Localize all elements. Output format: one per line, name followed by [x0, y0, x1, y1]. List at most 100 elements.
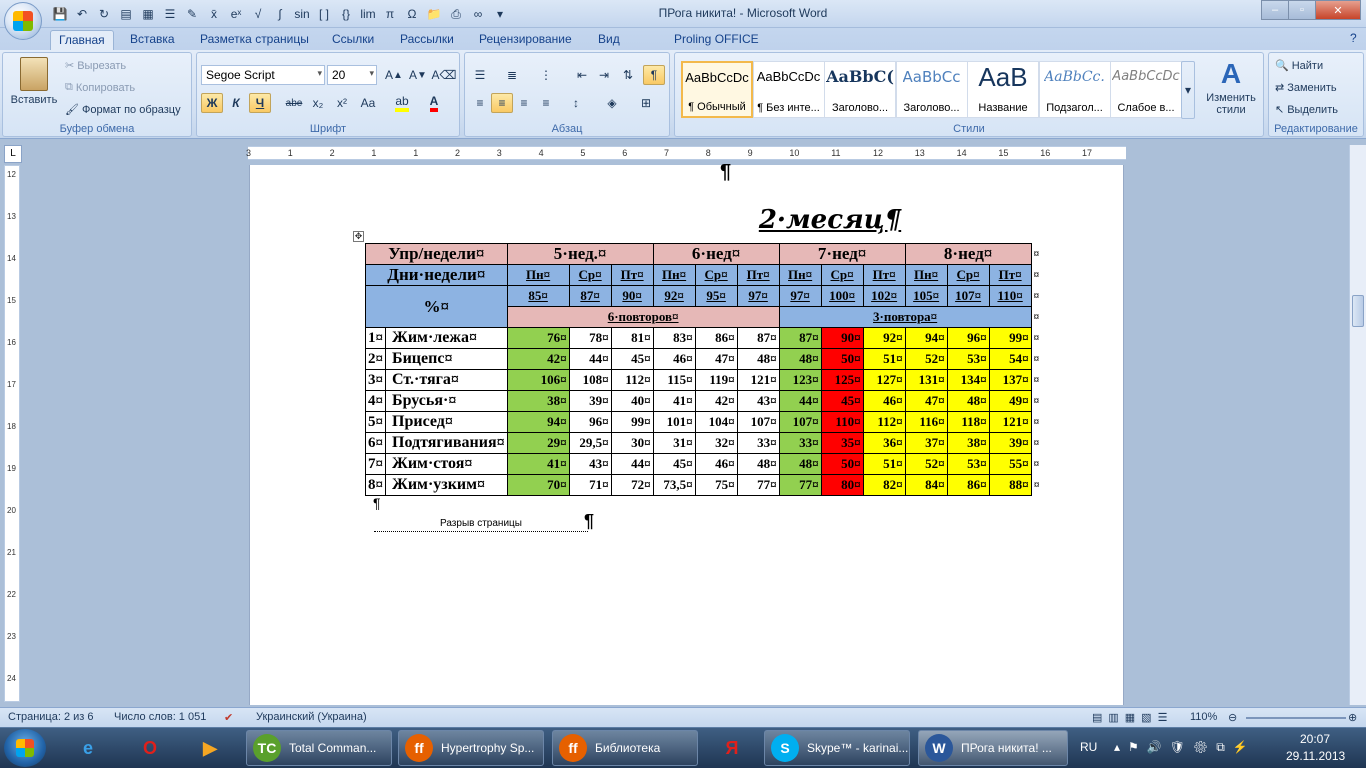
value-cell[interactable]: 45¤ — [610, 348, 654, 370]
percent-cell[interactable]: 97¤ — [736, 285, 780, 307]
value-cell[interactable]: 53¤ — [946, 348, 990, 370]
replace-button[interactable]: ⇄ Заменить — [1275, 81, 1337, 95]
word-task[interactable]: W ПРога никита! ... — [918, 730, 1068, 766]
value-cell[interactable]: 42¤ — [506, 348, 570, 370]
value-cell[interactable]: 43¤ — [568, 453, 612, 475]
day-cell[interactable]: Ср¤ — [820, 264, 864, 286]
value-cell[interactable]: 86¤ — [694, 327, 738, 349]
value-cell[interactable]: 104¤ — [694, 411, 738, 433]
firefox-library-task[interactable]: ff Библиотека — [552, 730, 698, 766]
close-button[interactable]: ✕ — [1315, 0, 1361, 20]
row-number-cell[interactable]: 1¤ — [365, 327, 386, 349]
exercise-cell[interactable]: Брусья·¤ — [385, 390, 508, 412]
percent-cell[interactable]: 100¤ — [820, 285, 864, 307]
value-cell[interactable]: 87¤ — [736, 327, 780, 349]
value-cell[interactable]: 125¤ — [820, 369, 864, 391]
multilevel-list-icon[interactable]: ⋮ — [535, 65, 557, 85]
vertical-scrollbar[interactable] — [1349, 145, 1366, 705]
value-cell[interactable]: 43¤ — [736, 390, 780, 412]
value-cell[interactable]: 48¤ — [778, 348, 822, 370]
value-cell[interactable]: 80¤ — [820, 474, 864, 496]
value-cell[interactable]: 50¤ — [820, 348, 864, 370]
tab-insert[interactable]: Вставка — [122, 30, 183, 50]
row-number-cell[interactable]: 7¤ — [365, 453, 386, 475]
value-cell[interactable]: 36¤ — [862, 432, 906, 454]
value-cell[interactable]: 71¤ — [568, 474, 612, 496]
value-cell[interactable]: 38¤ — [946, 432, 990, 454]
line-spacing-icon[interactable]: ↕ — [565, 93, 587, 113]
help-icon[interactable]: ? — [1350, 31, 1357, 45]
value-cell[interactable]: 115¤ — [652, 369, 696, 391]
value-cell[interactable]: 47¤ — [694, 348, 738, 370]
clock-time[interactable]: 20:07 — [1300, 732, 1330, 746]
value-cell[interactable]: 99¤ — [610, 411, 654, 433]
percent-cell[interactable]: 107¤ — [946, 285, 990, 307]
italic-button[interactable]: К — [225, 93, 247, 113]
word-count[interactable]: Число слов: 1 051 — [114, 711, 206, 723]
tab-references[interactable]: Ссылки — [324, 30, 382, 50]
row-number-cell[interactable]: 5¤ — [365, 411, 386, 433]
value-cell[interactable]: 110¤ — [820, 411, 864, 433]
font-size-select[interactable]: 20 — [327, 65, 377, 85]
value-cell[interactable]: 53¤ — [946, 453, 990, 475]
value-cell[interactable]: 30¤ — [610, 432, 654, 454]
shading-icon[interactable]: ◈ — [601, 93, 623, 113]
value-cell[interactable]: 92¤ — [862, 327, 906, 349]
horizontal-ruler[interactable]: 3 1 2 1 1 2 3 4 5 6 7 8 9 10 11 12 13 14 15 16 17 — [246, 146, 1126, 160]
value-cell[interactable]: 48¤ — [946, 390, 990, 412]
style-item[interactable]: AaBbCc. Подзагол... — [1038, 61, 1111, 118]
style-item[interactable]: AaBbCcDc Слабое в... — [1110, 61, 1182, 118]
header-cell[interactable]: 7·нед¤ — [778, 243, 906, 265]
value-cell[interactable]: 119¤ — [694, 369, 738, 391]
paste-button[interactable]: Вставить — [9, 57, 59, 106]
day-cell[interactable]: Ср¤ — [568, 264, 612, 286]
value-cell[interactable]: 88¤ — [988, 474, 1032, 496]
value-cell[interactable]: 123¤ — [778, 369, 822, 391]
value-cell[interactable]: 41¤ — [652, 390, 696, 412]
day-cell[interactable]: Пт¤ — [610, 264, 654, 286]
value-cell[interactable]: 86¤ — [946, 474, 990, 496]
start-button[interactable] — [4, 729, 46, 767]
value-cell[interactable]: 33¤ — [778, 432, 822, 454]
value-cell[interactable]: 54¤ — [988, 348, 1032, 370]
value-cell[interactable]: 31¤ — [652, 432, 696, 454]
yandex-icon[interactable]: Я — [706, 731, 758, 766]
value-cell[interactable]: 35¤ — [820, 432, 864, 454]
value-cell[interactable]: 48¤ — [778, 453, 822, 475]
change-case-button[interactable]: Aa — [357, 93, 379, 113]
clock-date[interactable]: 29.11.2013 — [1286, 749, 1345, 763]
row-number-cell[interactable]: 2¤ — [365, 348, 386, 370]
value-cell[interactable]: 137¤ — [988, 369, 1032, 391]
vertical-ruler[interactable]: 12 13 14 15 16 17 18 19 20 21 22 23 24 — [4, 165, 20, 702]
style-item[interactable]: AaBbC(Заголово... — [824, 61, 896, 118]
value-cell[interactable]: 77¤ — [736, 474, 780, 496]
justify-icon[interactable]: ≡ — [535, 93, 557, 113]
value-cell[interactable]: 48¤ — [736, 453, 780, 475]
sort-icon[interactable]: ⇅ — [617, 65, 639, 85]
value-cell[interactable]: 46¤ — [694, 453, 738, 475]
value-cell[interactable]: 107¤ — [778, 411, 822, 433]
align-left-icon[interactable]: ≡ — [469, 93, 491, 113]
value-cell[interactable]: 134¤ — [946, 369, 990, 391]
tab-proling-office[interactable]: Proling OFFICE — [666, 30, 767, 50]
value-cell[interactable]: 94¤ — [506, 411, 570, 433]
value-cell[interactable]: 44¤ — [568, 348, 612, 370]
skype-task[interactable]: S Skype™ - karinai... — [764, 730, 910, 766]
value-cell[interactable]: 44¤ — [610, 453, 654, 475]
view-buttons[interactable]: ▤▥▦▧☰ — [1092, 711, 1173, 724]
value-cell[interactable]: 45¤ — [652, 453, 696, 475]
value-cell[interactable]: 39¤ — [568, 390, 612, 412]
value-cell[interactable]: 101¤ — [652, 411, 696, 433]
reps-cell[interactable]: 3·повтора¤ — [778, 306, 1032, 328]
percent-cell[interactable]: 102¤ — [862, 285, 906, 307]
value-cell[interactable]: 112¤ — [862, 411, 906, 433]
value-cell[interactable]: 70¤ — [506, 474, 570, 496]
find-button[interactable]: 🔍 Найти — [1275, 59, 1323, 73]
value-cell[interactable]: 50¤ — [820, 453, 864, 475]
tab-view[interactable]: Вид — [590, 30, 628, 50]
borders-icon[interactable]: ⊞ — [635, 93, 657, 113]
reps-cell[interactable]: 6·повторов¤ — [506, 306, 780, 328]
day-cell[interactable]: Пт¤ — [736, 264, 780, 286]
decrease-indent-icon[interactable]: ⇤ — [571, 65, 593, 85]
value-cell[interactable]: 76¤ — [506, 327, 570, 349]
